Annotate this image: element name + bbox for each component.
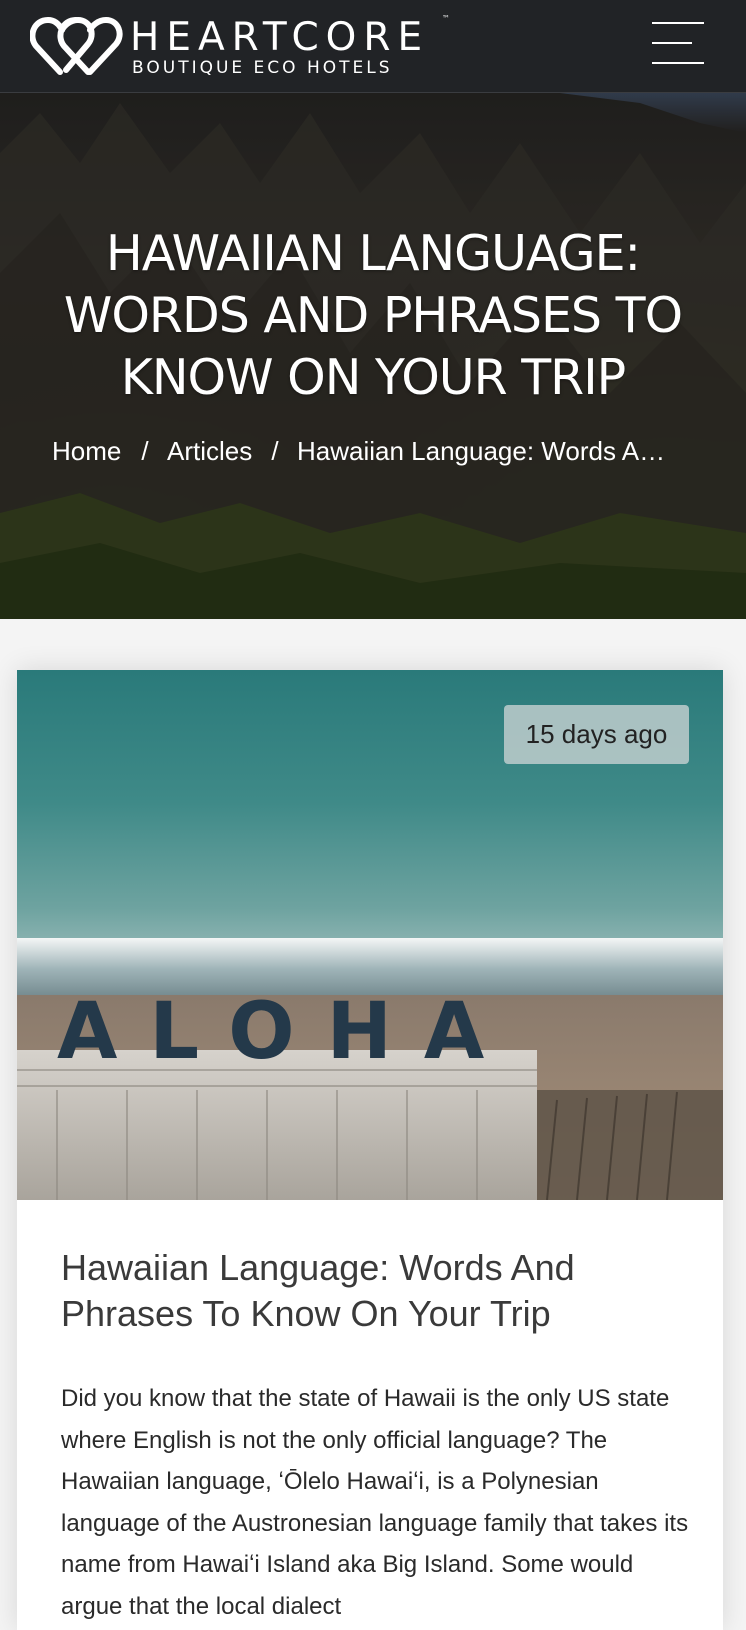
site-header: HEARTCORE ™ BOUTIQUE ECO HOTELS <box>0 0 746 93</box>
hamburger-icon-line <box>652 62 704 64</box>
hamburger-icon <box>652 22 704 24</box>
brand-name: HEARTCORE <box>130 15 430 60</box>
hero-banner: HAWAIIAN LANGUAGE: WORDS AND PHRASES TO … <box>0 93 746 619</box>
aloha-sign-text: ALOHA <box>57 987 516 1077</box>
site-logo[interactable]: HEARTCORE ™ BOUTIQUE ECO HOTELS <box>30 12 460 78</box>
breadcrumb-separator: / <box>271 436 279 466</box>
article-title: Hawaiian Language: Words And Phrases To … <box>61 1247 575 1334</box>
breadcrumb: Home / Articles / Hawaiian Language: Words A… <box>52 433 677 469</box>
page-title: HAWAIIAN LANGUAGE: WORDS AND PHRASES TO … <box>63 225 683 406</box>
date-badge: 15 days ago <box>504 705 689 764</box>
article-body-text: Did you know that the state of Hawaii is… <box>61 1385 689 1620</box>
breadcrumb-articles-link[interactable]: Articles <box>167 433 253 469</box>
article-image: ALOHA 15 days ago <box>17 670 723 1200</box>
double-heart-icon <box>30 17 123 75</box>
hamburger-icon-line <box>652 42 692 44</box>
breadcrumb-home-link[interactable]: Home <box>52 433 123 469</box>
menu-button[interactable] <box>652 20 710 66</box>
brand-tagline: BOUTIQUE ECO HOTELS <box>132 58 393 78</box>
breadcrumb-separator: / <box>141 436 149 466</box>
breadcrumb-current-page: Hawaiian Language: Words And Phrases To … <box>297 436 677 466</box>
trademark-mark: ™ <box>442 14 450 23</box>
article-card: ALOHA 15 days ago Hawaiian Language: Wor… <box>17 670 723 1630</box>
